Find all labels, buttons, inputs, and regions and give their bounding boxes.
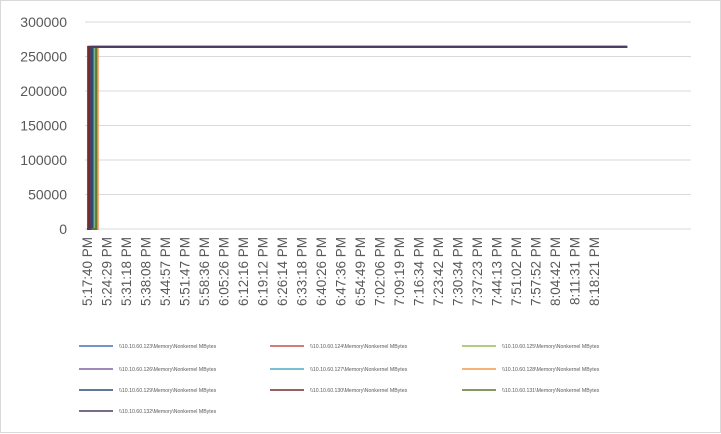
x-tick-label: 6:54:49 PM bbox=[353, 237, 368, 306]
x-tick-label: 5:17:40 PM bbox=[80, 237, 95, 306]
x-tick-label: 6:33:18 PM bbox=[295, 237, 310, 306]
y-tick-label: 300000 bbox=[20, 14, 67, 30]
x-tick-label: 6:40:26 PM bbox=[314, 237, 329, 306]
series-line bbox=[87, 45, 628, 230]
series-line bbox=[86, 45, 628, 230]
legend-label: \\10.10.60.132\Memory\Nonkernel MBytes bbox=[119, 409, 217, 415]
series-line bbox=[87, 45, 628, 230]
x-tick-label: 7:16:34 PM bbox=[412, 237, 427, 306]
x-tick-label: 7:23:42 PM bbox=[431, 237, 446, 306]
y-tick-label: 150000 bbox=[20, 118, 67, 134]
y-tick-label: 200000 bbox=[20, 83, 67, 99]
y-axis-ticks: 300000 250000 200000 150000 100000 50000 0 bbox=[20, 14, 67, 237]
legend-label: \\10.10.60.126\Memory\Nonkernel MBytes bbox=[119, 367, 217, 373]
series-lines bbox=[86, 45, 628, 230]
x-tick-label: 8:11:31 PM bbox=[568, 237, 583, 305]
y-tick-label: 250000 bbox=[20, 49, 67, 65]
series-line bbox=[87, 45, 628, 230]
series-line bbox=[87, 45, 628, 230]
series-line bbox=[87, 45, 628, 230]
x-tick-label: 7:51:02 PM bbox=[509, 237, 524, 306]
x-tick-label: 5:24:29 PM bbox=[100, 237, 115, 306]
x-tick-label: 7:02:06 PM bbox=[373, 237, 388, 306]
x-tick-label: 6:19:12 PM bbox=[256, 237, 271, 306]
legend-label: \\10.10.60.131\Memory\Nonkernel MBytes bbox=[502, 388, 600, 394]
gridlines bbox=[85, 21, 691, 195]
x-tick-label: 6:12:16 PM bbox=[236, 237, 251, 306]
x-tick-label: 7:37:23 PM bbox=[470, 237, 485, 306]
series-line bbox=[87, 45, 628, 230]
x-tick-label: 8:04:42 PM bbox=[548, 237, 563, 306]
series-line bbox=[87, 45, 628, 230]
legend-label: \\10.10.60.123\Memory\Nonkernel MBytes bbox=[119, 344, 217, 350]
x-tick-label: 8:18:21 PM bbox=[587, 237, 602, 306]
x-tick-label: 7:57:52 PM bbox=[529, 237, 544, 306]
x-tick-label: 5:31:18 PM bbox=[119, 237, 134, 306]
series-line bbox=[87, 45, 628, 230]
legend-label: \\10.10.60.127\Memory\Nonkernel MBytes bbox=[310, 367, 408, 373]
legend-label: \\10.10.60.124\Memory\Nonkernel MBytes bbox=[310, 344, 408, 350]
y-tick-label: 50000 bbox=[28, 187, 67, 203]
x-tick-label: 6:05:26 PM bbox=[217, 237, 232, 306]
x-tick-label: 5:38:08 PM bbox=[139, 237, 154, 306]
x-tick-label: 7:44:13 PM bbox=[490, 237, 505, 306]
x-tick-label: 6:26:14 PM bbox=[275, 237, 290, 306]
chart-frame: 300000 250000 200000 150000 100000 50000 0 5:1… bbox=[0, 0, 721, 433]
x-tick-label: 7:09:19 PM bbox=[392, 237, 407, 306]
legend-label: \\10.10.60.125\Memory\Nonkernel MBytes bbox=[502, 344, 600, 350]
x-tick-label: 5:58:36 PM bbox=[197, 237, 212, 306]
legend-label: \\10.10.60.128\Memory\Nonkernel MBytes bbox=[502, 367, 600, 373]
y-tick-label: 100000 bbox=[20, 152, 67, 168]
x-tick-label: 5:44:57 PM bbox=[158, 237, 173, 306]
line-chart: 300000 250000 200000 150000 100000 50000 0 5:1… bbox=[20, 14, 691, 415]
legend-label: \\10.10.60.129\Memory\Nonkernel MBytes bbox=[119, 388, 217, 394]
x-tick-label: 5:51:47 PM bbox=[178, 237, 193, 306]
y-tick-label: 0 bbox=[59, 221, 67, 237]
x-tick-label: 7:30:34 PM bbox=[451, 237, 466, 306]
legend: \\10.10.60.123\Memory\Nonkernel MBytes \\… bbox=[79, 344, 600, 415]
series-line bbox=[87, 45, 628, 230]
x-tick-label: 6:47:36 PM bbox=[334, 237, 349, 306]
x-axis-ticks: 5:17:40 PM 5:24:29 PM 5:31:18 PM 5:38:08 PM… bbox=[80, 237, 602, 306]
legend-label: \\10.10.60.130\Memory\Nonkernel MBytes bbox=[310, 388, 408, 394]
